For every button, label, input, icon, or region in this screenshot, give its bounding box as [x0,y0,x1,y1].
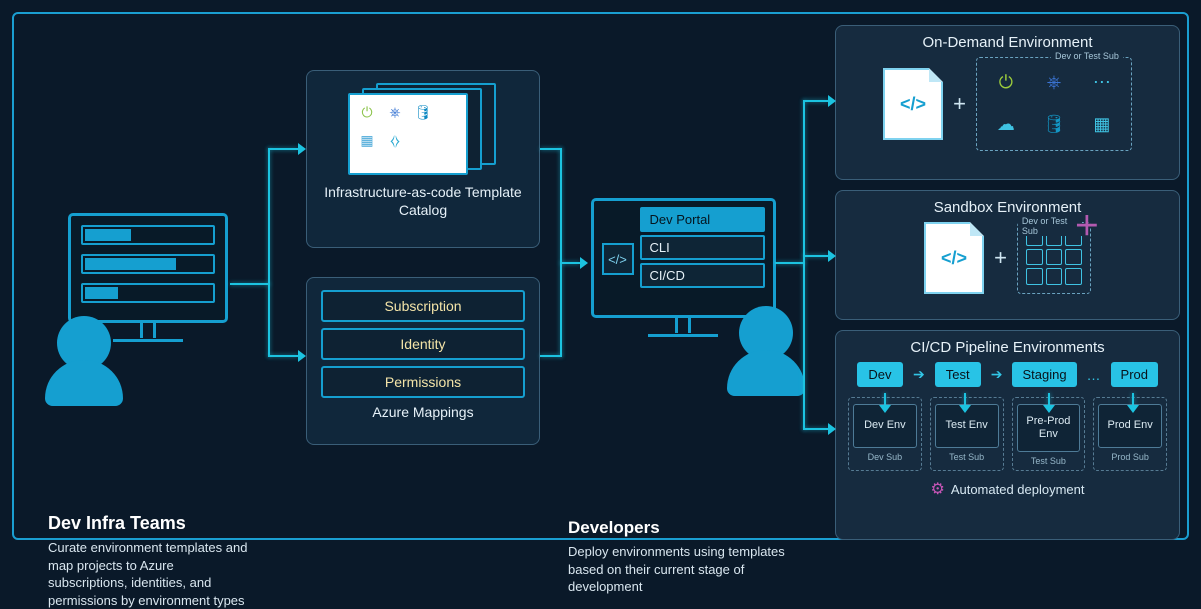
code-file-icon [883,68,943,140]
arm-template-icon: ▦ [356,129,378,151]
cicd-env-sub: Dev Sub [853,452,917,462]
spring-icon: ⏻ [356,101,378,123]
connector [803,428,828,430]
iac-template-catalog-card: ⏻ ⎈ 🛢 ▦ ⧼⧽ Infrastructure-as-code Templa… [306,70,540,248]
template-stack-icon: ⏻ ⎈ 🛢 ▦ ⧼⧽ [348,83,498,178]
automated-deployment-label: ⚙ Automated deployment [848,479,1167,499]
mappings-label: Azure Mappings [321,404,525,422]
connector [803,100,828,102]
user-avatar-icon [739,306,793,360]
plus-icon: + [953,91,966,117]
subscription-label: Dev or Test Sub [1018,216,1082,236]
code-file-icon [924,222,984,294]
mapping-pill-permissions: Permissions [321,366,525,398]
iac-label: Infrastructure-as-code Template Catalog [321,184,525,219]
monitor-row [81,254,215,274]
connector [540,355,562,357]
connector [560,148,562,357]
connector [775,262,805,264]
mapping-pill-subscription: Subscription [321,290,525,322]
connector [964,393,966,405]
plus-icon: + [994,245,1007,271]
developers-title: Developers [568,518,798,538]
connector [268,148,270,357]
on-demand-env-title: On-Demand Environment [848,34,1167,51]
cicd-env-sub: Test Sub [1017,456,1081,466]
gear-icon: ⚙ [930,479,944,499]
database-icon: 🛢 [412,101,434,123]
connector [268,355,298,357]
more-services-icon: ⋯ [1081,64,1123,100]
subscription-box: Dev or Test Sub ＋ [1017,222,1091,294]
add-resource-icon: ＋ [1074,217,1096,239]
connector [540,148,562,150]
connector [1048,393,1050,405]
connector [803,100,805,430]
monitor-row [81,283,215,303]
cicd-env-card: CI/CD Pipeline Environments Dev ➔ Test ➔… [835,330,1180,540]
connector [884,393,886,405]
user-avatar-icon [57,316,111,370]
cicd-env-row: Dev Env Dev Sub Test Env Test Sub Pre-Pr… [848,397,1167,471]
dev-option-cli: CLI [640,235,765,260]
subscription-label: Dev or Test Sub [1051,51,1123,61]
dev-option-cicd: CI/CD [640,263,765,288]
connector [230,283,270,285]
kubernetes-icon: ⎈ [1033,64,1075,100]
ellipsis-icon: … [1087,367,1101,383]
connector [1132,393,1134,405]
azure-mappings-card: Subscription Identity Permissions Azure … [306,277,540,445]
dev-infra-title: Dev Infra Teams [48,513,248,534]
arrow-right-icon: ➔ [991,366,1003,383]
pipeline-stage-test: Test [935,362,981,387]
cicd-env-title: CI/CD Pipeline Environments [848,339,1167,356]
pipeline-stage-staging: Staging [1012,362,1076,387]
subscription-box: Dev or Test Sub ⏻ ⎈ ⋯ ☁ 🛢 ▦ [976,57,1132,151]
developers-monitor-icon: </> Dev Portal CLI CI/CD [591,198,776,318]
dev-option-dev-portal: Dev Portal [640,207,765,232]
sandbox-env-title: Sandbox Environment [848,199,1167,216]
cicd-stage-row: Dev ➔ Test ➔ Staging … Prod [848,362,1167,387]
cicd-env-sub: Test Sub [935,452,999,462]
monitor-row [81,225,215,245]
on-demand-env-card: On-Demand Environment + Dev or Test Sub … [835,25,1180,180]
cloud-service-icon: ☁ [985,106,1027,142]
database-icon: 🛢 [1033,106,1075,142]
developers-desc: Deploy environments using templates base… [568,543,798,596]
grid-service-icon: ▦ [1081,106,1123,142]
code-icon: ⧼⧽ [384,129,406,151]
connector [560,262,580,264]
cicd-env-sub: Prod Sub [1098,452,1162,462]
code-file-icon: </> [602,243,634,275]
dev-infra-desc: Curate environment templates and map pro… [48,539,248,609]
pipeline-stage-dev: Dev [857,362,903,387]
mapping-pill-identity: Identity [321,328,525,360]
developers-section: </> Dev Portal CLI CI/CD Developers Depl… [568,198,798,596]
sandbox-env-card: Sandbox Environment + Dev or Test Sub ＋ [835,190,1180,320]
arrow-right-icon: ➔ [913,366,925,383]
kubernetes-icon: ⎈ [384,101,406,123]
connector [268,148,298,150]
automated-deployment-text: Automated deployment [951,482,1085,497]
dev-infra-monitor-icon [68,213,228,323]
spring-icon: ⏻ [985,64,1027,100]
dev-infra-section: Dev Infra Teams Curate environment templ… [48,213,248,609]
pipeline-stage-prod: Prod [1111,362,1158,387]
connector [803,255,828,257]
